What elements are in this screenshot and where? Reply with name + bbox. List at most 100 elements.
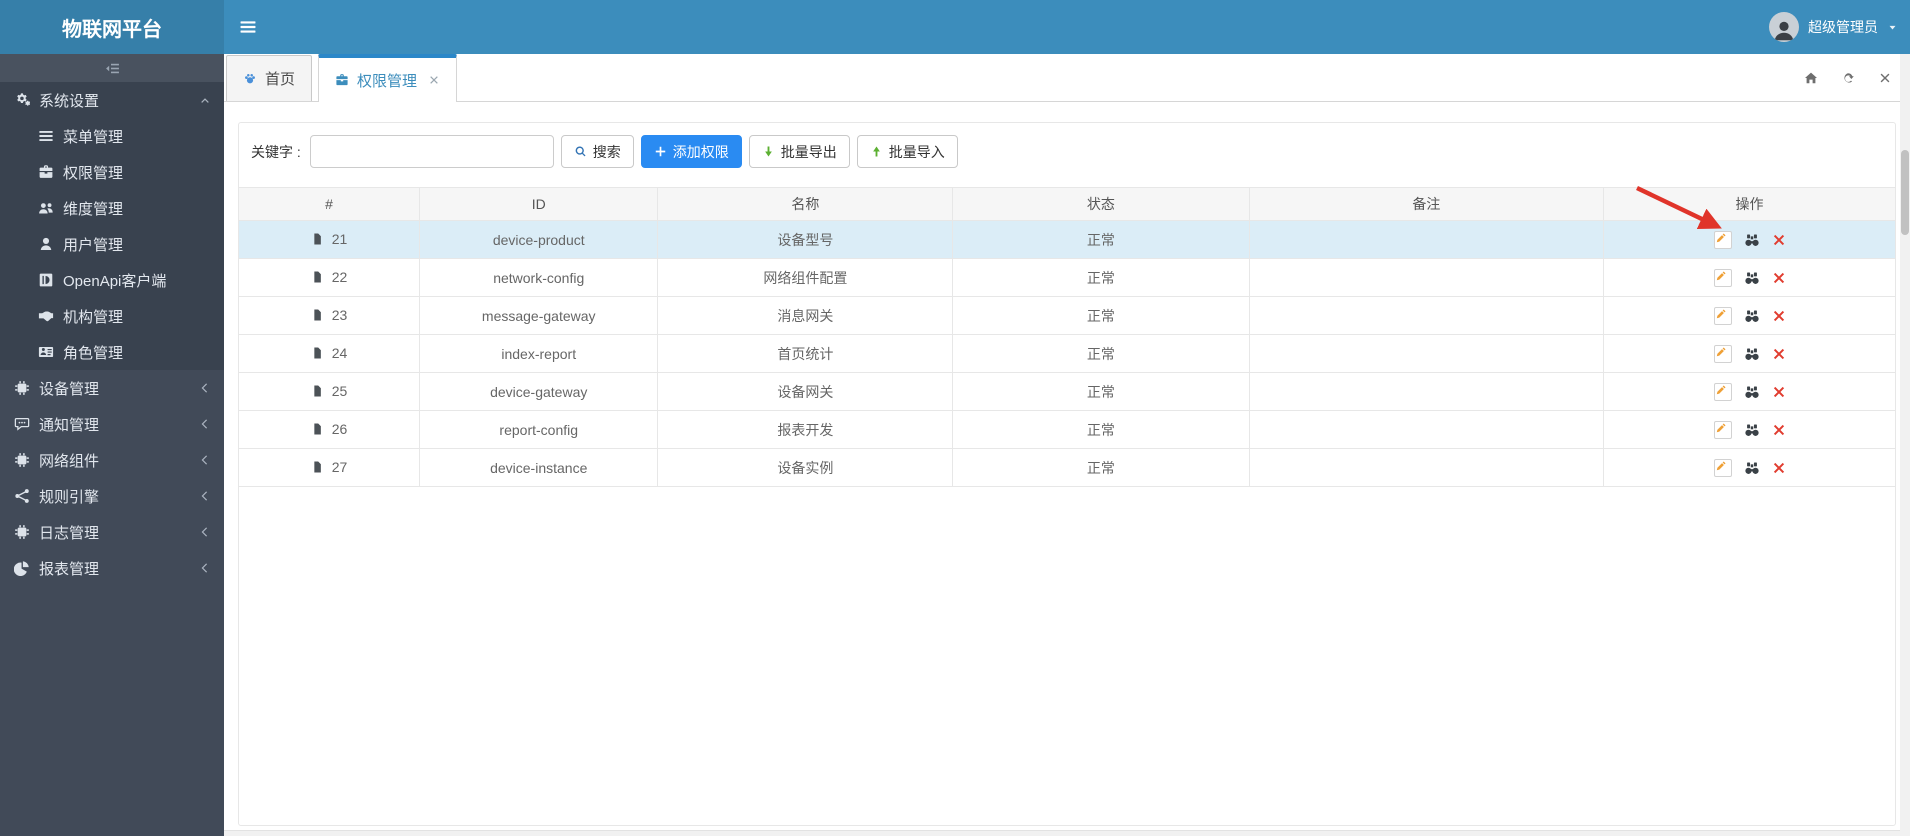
view-button[interactable] (1744, 270, 1760, 286)
delete-button[interactable] (1772, 461, 1786, 475)
table-row[interactable]: 26 report-config 报表开发 正常 (239, 410, 1895, 449)
table-row[interactable]: 21 device-product 设备型号 正常 (239, 220, 1895, 259)
row-actions-cell (1603, 296, 1895, 335)
view-button[interactable] (1744, 422, 1760, 438)
row-id-cell: network-config (418, 258, 659, 297)
navbar-body: 超级管理员 (224, 0, 1910, 54)
content-panel: 关键字 : 搜索 添加权限 批量导出 批量导入 # ID 名称 状态 备注 操作 21 d (238, 122, 1896, 826)
row-status-cell: 正常 (952, 258, 1250, 297)
delete-button[interactable] (1772, 423, 1786, 437)
horizontal-scrollbar-track[interactable] (224, 830, 1900, 836)
table-row[interactable]: 22 network-config 网络组件配置 正常 (239, 258, 1895, 297)
view-button[interactable] (1744, 346, 1760, 362)
row-number-cell: 21 (239, 220, 420, 259)
edit-button[interactable] (1713, 306, 1732, 325)
chevron-left-icon (199, 418, 211, 430)
delete-button[interactable] (1772, 309, 1786, 323)
tab-bar: 首页 权限管理 (224, 54, 1910, 102)
sidebar-item-system-settings[interactable]: 系统设置 (0, 82, 224, 118)
chevron-down-icon (1887, 22, 1898, 33)
delete-button[interactable] (1772, 271, 1786, 285)
sidebar-item-rule-engine[interactable]: 规则引擎 (0, 478, 224, 514)
bars-icon (38, 128, 54, 144)
edit-button[interactable] (1713, 268, 1732, 287)
sidebar-menu: 系统设置菜单管理权限管理维度管理用户管理 OpenApi客户端 机构管理 角色管理 设备… (0, 82, 224, 586)
edit-button[interactable] (1713, 458, 1732, 477)
binoculars-icon (1744, 384, 1760, 400)
file-icon (311, 384, 324, 398)
view-button[interactable] (1744, 384, 1760, 400)
sidebar-collapse-row[interactable] (0, 54, 224, 82)
pencil-icon (1715, 422, 1731, 438)
delete-button[interactable] (1772, 385, 1786, 399)
sidebar-item-notice-management[interactable]: 通知管理 (0, 406, 224, 442)
search-button[interactable]: 搜索 (560, 135, 634, 168)
search-icon (574, 145, 587, 158)
table-row[interactable]: 27 device-instance 设备实例 正常 (239, 448, 1895, 487)
delete-button[interactable] (1772, 233, 1786, 247)
row-remark-cell (1248, 372, 1605, 411)
refresh-icon[interactable] (1841, 71, 1855, 85)
tab-home[interactable]: 首页 (226, 55, 313, 101)
row-id-cell: device-instance (418, 448, 659, 487)
home-icon[interactable] (1804, 71, 1818, 85)
sidebar-item-network-components[interactable]: 网络组件 (0, 442, 224, 478)
sidebar-item-label: 系统设置 (39, 92, 100, 110)
row-actions-cell (1603, 372, 1895, 411)
edit-button[interactable] (1713, 420, 1732, 439)
pencil-icon (1715, 270, 1731, 286)
pencil-icon (1715, 308, 1731, 324)
sidebar-item-permission-management[interactable]: 权限管理 (0, 154, 224, 190)
batch-export-button[interactable]: 批量导出 (748, 135, 850, 168)
edit-button[interactable] (1713, 344, 1732, 363)
sidebar-item-user-management[interactable]: 用户管理 (0, 226, 224, 262)
avatar (1769, 12, 1799, 42)
vertical-scrollbar-track[interactable] (1900, 54, 1910, 836)
plus-icon (654, 145, 667, 158)
sidebar-toggle-button[interactable] (239, 18, 257, 36)
add-permission-button[interactable]: 添加权限 (640, 135, 742, 168)
sidebar-item-openapi-client[interactable]: OpenApi客户端 (0, 262, 224, 298)
toolbar: 关键字 : 搜索 添加权限 批量导出 批量导入 (239, 123, 1895, 180)
sidebar-item-label: 权限管理 (63, 164, 124, 182)
sidebar-item-label: 维度管理 (63, 200, 124, 218)
edit-button[interactable] (1713, 382, 1732, 401)
view-button[interactable] (1744, 308, 1760, 324)
row-actions-cell (1603, 334, 1895, 373)
tab-permission-management[interactable]: 权限管理 (318, 54, 458, 102)
view-button[interactable] (1744, 460, 1760, 476)
sidebar-item-report-management[interactable]: 报表管理 (0, 550, 224, 586)
close-icon[interactable] (1878, 71, 1892, 85)
x-icon (1772, 309, 1786, 323)
file-icon (311, 346, 324, 360)
keyword-input[interactable] (309, 135, 554, 168)
row-number-cell: 23 (239, 296, 420, 335)
chevron-up-icon (199, 94, 211, 106)
share-icon (14, 488, 30, 504)
edit-button[interactable] (1713, 230, 1732, 249)
table-row[interactable]: 24 index-report 首页统计 正常 (239, 334, 1895, 373)
chip-icon (14, 524, 30, 540)
sidebar-item-org-management[interactable]: 机构管理 (0, 298, 224, 334)
brand-logo[interactable]: 物联网平台 (0, 0, 224, 54)
sidebar-item-dimension-management[interactable]: 维度管理 (0, 190, 224, 226)
table-row[interactable]: 23 message-gateway 消息网关 正常 (239, 296, 1895, 335)
keyword-label: 关键字 : (251, 143, 301, 160)
batch-import-button[interactable]: 批量导入 (856, 135, 958, 168)
sidebar-item-label: 报表管理 (39, 560, 100, 578)
delete-button[interactable] (1772, 347, 1786, 361)
user-menu[interactable]: 超级管理员 (1769, 0, 1898, 54)
table-row[interactable]: 25 device-gateway 设备网关 正常 (239, 372, 1895, 411)
briefcase-icon (335, 73, 349, 87)
x-icon (1772, 385, 1786, 399)
sidebar-item-device-management[interactable]: 设备管理 (0, 370, 224, 406)
row-name-cell: 报表开发 (657, 410, 954, 449)
vertical-scrollbar-thumb[interactable] (1901, 150, 1909, 235)
x-icon (1772, 461, 1786, 475)
sidebar-item-menu-management[interactable]: 菜单管理 (0, 118, 224, 154)
sidebar-item-role-management[interactable]: 角色管理 (0, 334, 224, 370)
x-icon (1772, 271, 1786, 285)
view-button[interactable] (1744, 232, 1760, 248)
sidebar-item-log-management[interactable]: 日志管理 (0, 514, 224, 550)
tab-close-icon[interactable] (428, 74, 440, 86)
